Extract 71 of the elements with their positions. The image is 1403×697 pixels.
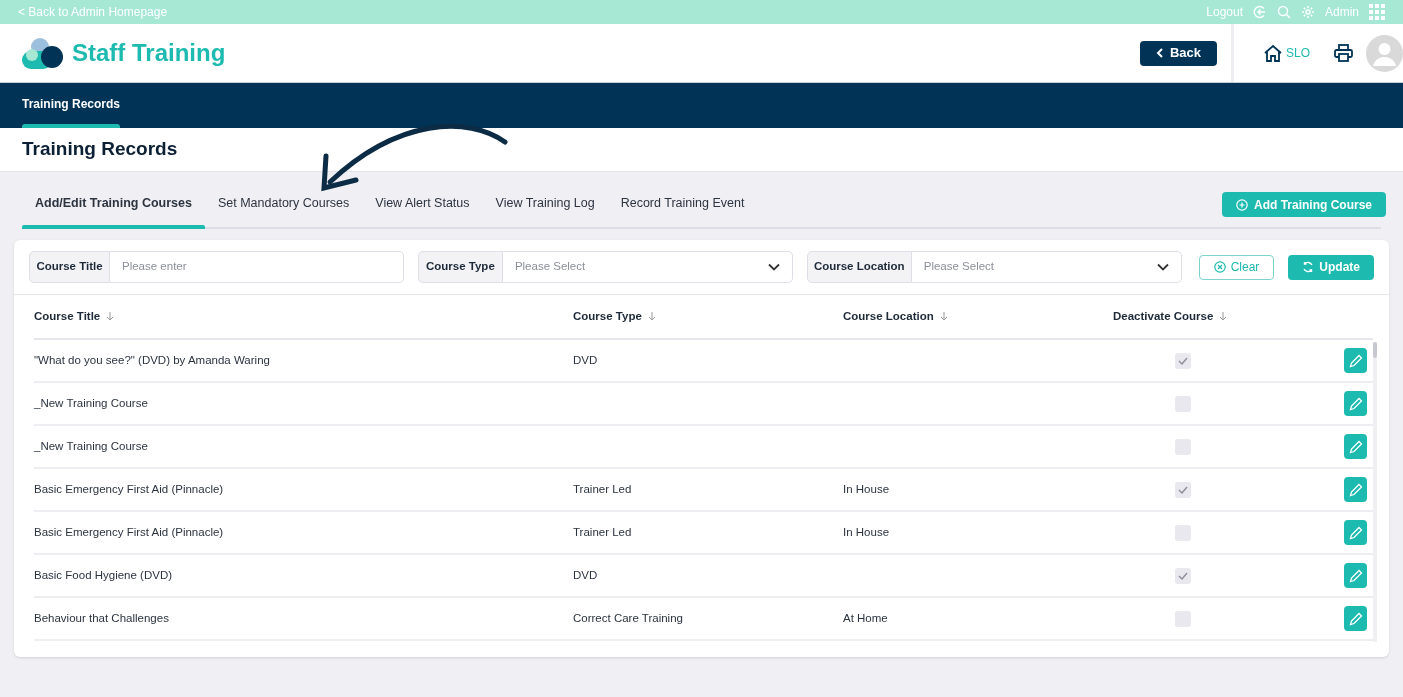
table-cell: Correct Care Training xyxy=(573,611,683,624)
pencil-icon xyxy=(1348,611,1363,626)
close-circle-icon xyxy=(1213,261,1226,273)
pencil-icon xyxy=(1348,568,1363,583)
tab[interactable]: View Alert Status xyxy=(362,194,483,227)
column-header[interactable]: Deactivate Course xyxy=(1113,307,1214,326)
deactivate-checkbox[interactable] xyxy=(1175,352,1191,369)
table-cell: Basic Food Hygiene (DVD) xyxy=(34,568,173,581)
table-cell: Basic Emergency First Aid (Pinnacle) xyxy=(34,525,224,538)
pencil-icon xyxy=(1348,482,1363,497)
table-cell: DVD xyxy=(573,353,598,366)
pencil-icon xyxy=(1348,353,1363,368)
app-grid-icon[interactable] xyxy=(1369,4,1385,20)
print-icon[interactable] xyxy=(1334,44,1353,62)
home-icon xyxy=(1264,44,1282,62)
check-icon xyxy=(1178,485,1188,494)
sort-arrow-icon[interactable] xyxy=(1219,312,1228,321)
check-icon xyxy=(1178,356,1188,365)
pencil-icon xyxy=(1348,396,1363,411)
table-cell: In House xyxy=(843,525,890,538)
user-name: Admin xyxy=(1325,4,1359,21)
tab[interactable]: Set Mandatory Courses xyxy=(204,194,363,227)
sort-arrow-icon[interactable] xyxy=(106,312,115,321)
edit-button[interactable] xyxy=(1344,520,1367,545)
deactivate-checkbox[interactable] xyxy=(1175,567,1191,584)
table-cell: _New Training Course xyxy=(34,396,148,409)
refresh-icon xyxy=(1302,261,1315,273)
chevron-left-icon xyxy=(1155,48,1164,58)
pencil-icon xyxy=(1348,439,1363,454)
avatar-icon[interactable] xyxy=(1366,34,1403,72)
search-icon[interactable] xyxy=(1277,5,1291,19)
table-cell: Trainer Led xyxy=(573,525,632,538)
tab[interactable]: View Training Log xyxy=(482,194,608,227)
plus-circle-icon xyxy=(1236,198,1248,211)
pencil-icon xyxy=(1348,525,1363,540)
table-cell: "What do you see?" (DVD) by Amanda Waring xyxy=(34,353,270,366)
column-header[interactable]: Course Title xyxy=(34,307,101,326)
edit-button[interactable] xyxy=(1344,477,1367,502)
table-cell: At Home xyxy=(843,611,888,624)
table-cell: In House xyxy=(843,482,890,495)
edit-button[interactable] xyxy=(1344,434,1367,459)
app-title: Staff Training xyxy=(72,38,226,68)
table-cell: Behaviour that Challenges xyxy=(34,611,169,624)
chevron-down-icon xyxy=(767,263,780,271)
column-header[interactable]: Course Type xyxy=(573,307,642,326)
filter-label: Course Location xyxy=(806,251,912,283)
table-cell: DVD xyxy=(573,568,598,581)
table-cell: Trainer Led xyxy=(573,482,632,495)
chevron-down-icon xyxy=(1156,263,1169,271)
table-cell: _New Training Course xyxy=(34,439,148,452)
table-cell: Basic Emergency First Aid (Pinnacle) xyxy=(34,482,224,495)
deactivate-checkbox[interactable] xyxy=(1175,481,1191,498)
logout-icon[interactable] xyxy=(1253,5,1267,19)
logo-icon xyxy=(22,37,64,69)
sort-arrow-icon[interactable] xyxy=(939,312,948,321)
back-button[interactable]: Back xyxy=(1139,40,1217,66)
settings-icon[interactable] xyxy=(1301,5,1315,19)
nav-tab[interactable]: Training Records xyxy=(22,95,121,128)
column-header[interactable]: Course Location xyxy=(843,307,934,326)
edit-button[interactable] xyxy=(1344,391,1367,416)
tab[interactable]: Record Training Event xyxy=(607,194,758,227)
text-input-field[interactable]: Please enter xyxy=(110,251,404,283)
edit-button[interactable] xyxy=(1344,606,1367,631)
edit-button[interactable] xyxy=(1344,563,1367,588)
sort-arrow-icon[interactable] xyxy=(647,312,656,321)
page-title: Training Records xyxy=(22,137,178,162)
tab[interactable]: Add/Edit Training Courses xyxy=(22,194,205,227)
filter-label: Course Title xyxy=(29,251,110,283)
filter-label: Course Type xyxy=(417,251,503,283)
edit-button[interactable] xyxy=(1344,348,1367,373)
check-icon xyxy=(1178,571,1188,580)
